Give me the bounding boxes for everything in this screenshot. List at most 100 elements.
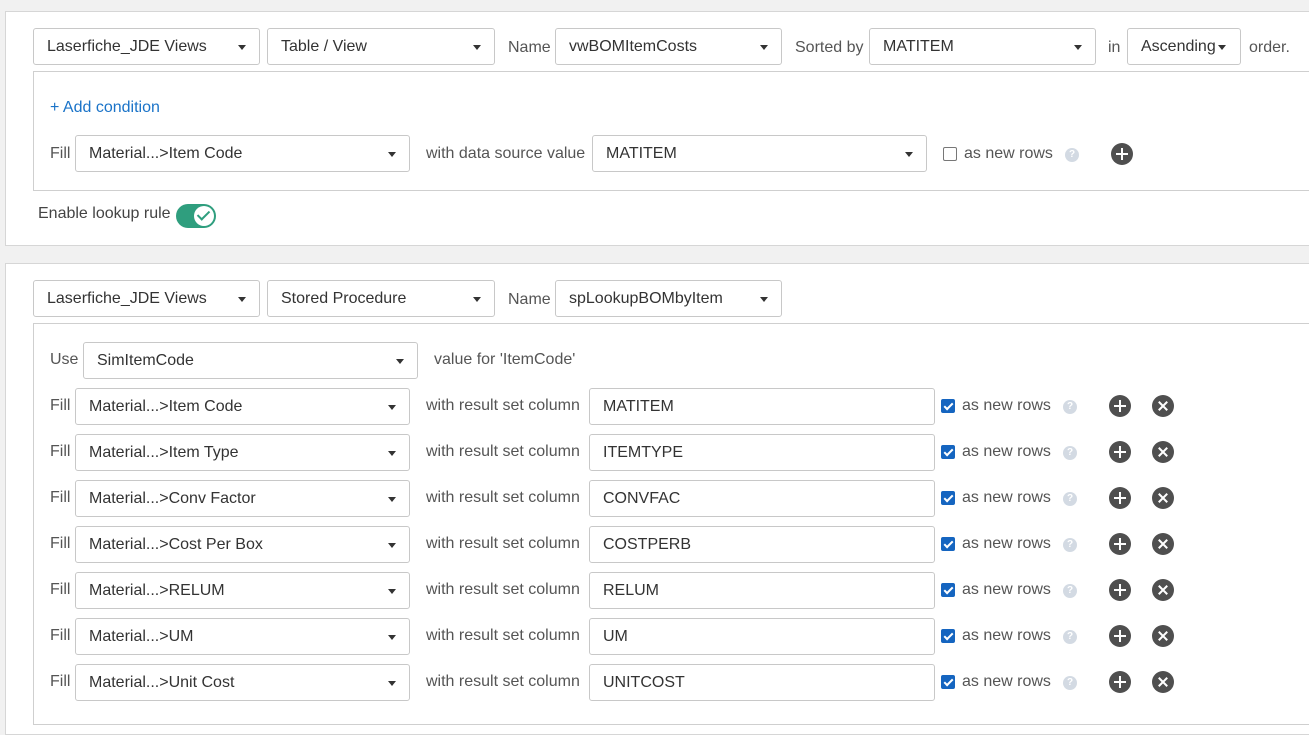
lookup-type-value: Stored Procedure [281, 290, 407, 307]
fill-field-dropdown[interactable]: Material...>Unit Cost [75, 664, 410, 701]
as-new-rows-checkbox[interactable] [941, 629, 955, 643]
order-label: order. [1249, 39, 1290, 56]
as-new-rows-checkbox[interactable] [941, 537, 955, 551]
remove-fill-button[interactable] [1152, 625, 1174, 647]
chevron-down-icon [473, 45, 481, 50]
fill-label: Fill [50, 489, 71, 506]
use-field-dropdown[interactable]: SimItemCode [83, 342, 418, 379]
as-new-rows-checkbox[interactable] [941, 445, 955, 459]
chevron-down-icon [388, 681, 396, 686]
help-icon[interactable]: ? [1063, 538, 1077, 552]
add-fill-button[interactable] [1111, 143, 1133, 165]
enable-lookup-label: Enable lookup rule [38, 205, 171, 222]
with-result-set-label: with result set column [426, 443, 580, 460]
sort-column-dropdown[interactable]: MATITEM [869, 28, 1096, 65]
as-new-rows-label: as new rows [962, 443, 1051, 460]
fill-field-dropdown[interactable]: Material...>Item Code [75, 388, 410, 425]
chevron-down-icon [388, 152, 396, 157]
sort-order-value: Ascending [1141, 38, 1216, 55]
lookup-type-dropdown-1[interactable]: Table / View [267, 28, 495, 65]
add-fill-button[interactable] [1109, 441, 1131, 463]
as-new-rows-checkbox[interactable] [941, 399, 955, 413]
fill-label: Fill [50, 673, 71, 690]
data-source-value: MATITEM [606, 145, 677, 162]
result-column-input[interactable] [589, 618, 935, 655]
help-icon[interactable]: ? [1063, 446, 1077, 460]
fill-field-value: Material...>Item Type [89, 444, 239, 461]
fill-field-dropdown[interactable]: Material...>Item Type [75, 434, 410, 471]
add-fill-button[interactable] [1109, 395, 1131, 417]
enable-lookup-toggle[interactable] [176, 204, 216, 228]
remove-fill-button[interactable] [1152, 487, 1174, 509]
as-new-rows-label: as new rows [962, 627, 1051, 644]
add-fill-button[interactable] [1109, 671, 1131, 693]
fill-field-dropdown[interactable]: Material...>RELUM [75, 572, 410, 609]
with-data-source-label: with data source value [426, 145, 586, 162]
chevron-down-icon [388, 451, 396, 456]
fill-field-value: Material...>Item Code [89, 145, 243, 162]
add-condition-link[interactable]: + Add condition [50, 99, 160, 117]
result-column-input[interactable] [589, 664, 935, 701]
with-result-set-label: with result set column [426, 627, 580, 644]
remove-fill-button[interactable] [1152, 395, 1174, 417]
in-label: in [1108, 39, 1121, 56]
help-icon[interactable]: ? [1063, 676, 1077, 690]
as-new-rows-label: as new rows [962, 489, 1051, 506]
remove-fill-button[interactable] [1152, 671, 1174, 693]
help-icon[interactable]: ? [1063, 400, 1077, 414]
chevron-down-icon [760, 297, 768, 302]
fill-label: Fill [50, 443, 71, 460]
help-icon[interactable]: ? [1063, 630, 1077, 644]
procedure-name-dropdown[interactable]: spLookupBOMbyItem [555, 280, 782, 317]
result-column-input[interactable] [589, 388, 935, 425]
add-fill-button[interactable] [1109, 579, 1131, 601]
datasource-dropdown-1[interactable]: Laserfiche_JDE Views [33, 28, 260, 65]
remove-fill-button[interactable] [1152, 533, 1174, 555]
lookup-type-dropdown-2[interactable]: Stored Procedure [267, 280, 495, 317]
procedure-name-value: spLookupBOMbyItem [569, 290, 723, 307]
result-column-input[interactable] [589, 480, 935, 517]
add-fill-button[interactable] [1109, 533, 1131, 555]
result-column-input[interactable] [589, 526, 935, 563]
fill-field-value: Material...>RELUM [89, 582, 225, 599]
fill-label: Fill [50, 397, 71, 414]
chevron-down-icon [388, 589, 396, 594]
as-new-rows-checkbox[interactable] [941, 675, 955, 689]
as-new-rows-checkbox[interactable] [941, 583, 955, 597]
table-name-dropdown[interactable]: vwBOMItemCosts [555, 28, 782, 65]
fill-field-dropdown[interactable]: Material...>Item Code [75, 135, 410, 172]
as-new-rows-label: as new rows [962, 673, 1051, 690]
use-suffix-label: value for 'ItemCode' [434, 351, 576, 368]
datasource-value: Laserfiche_JDE Views [47, 290, 207, 307]
add-fill-button[interactable] [1109, 625, 1131, 647]
fill-field-dropdown[interactable]: Material...>UM [75, 618, 410, 655]
chevron-down-icon [238, 297, 246, 302]
as-new-rows-label: as new rows [962, 397, 1051, 414]
fill-label: Fill [50, 581, 71, 598]
chevron-down-icon [388, 543, 396, 548]
add-fill-button[interactable] [1109, 487, 1131, 509]
with-result-set-label: with result set column [426, 397, 580, 414]
fill-field-dropdown[interactable]: Material...>Cost Per Box [75, 526, 410, 563]
as-new-rows-checkbox[interactable] [941, 491, 955, 505]
check-icon [194, 206, 214, 226]
fill-field-dropdown[interactable]: Material...>Conv Factor [75, 480, 410, 517]
remove-fill-button[interactable] [1152, 579, 1174, 601]
chevron-down-icon [388, 497, 396, 502]
datasource-dropdown-2[interactable]: Laserfiche_JDE Views [33, 280, 260, 317]
chevron-down-icon [1218, 45, 1226, 50]
result-column-input[interactable] [589, 572, 935, 609]
as-new-rows-label: as new rows [962, 535, 1051, 552]
as-new-rows-checkbox[interactable] [943, 147, 957, 161]
remove-fill-button[interactable] [1152, 441, 1174, 463]
chevron-down-icon [1074, 45, 1082, 50]
help-icon[interactable]: ? [1065, 148, 1079, 162]
data-source-value-dropdown[interactable]: MATITEM [592, 135, 927, 172]
result-column-input[interactable] [589, 434, 935, 471]
help-icon[interactable]: ? [1063, 492, 1077, 506]
sort-order-dropdown[interactable]: Ascending [1127, 28, 1241, 65]
fill-field-value: Material...>Cost Per Box [89, 536, 263, 553]
help-icon[interactable]: ? [1063, 584, 1077, 598]
lookup-type-value: Table / View [281, 38, 367, 55]
fill-label: Fill [50, 535, 71, 552]
